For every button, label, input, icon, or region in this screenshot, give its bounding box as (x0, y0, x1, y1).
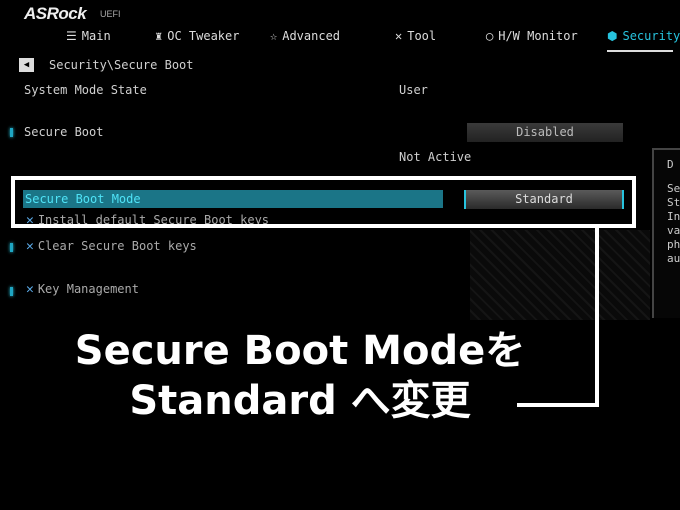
uefi-label: UEFI (100, 9, 121, 19)
tab-label: OC Tweaker (167, 29, 240, 43)
rocket-icon: ♜ (155, 29, 163, 43)
monitor-icon: ◯ (486, 29, 494, 43)
system-mode-value: User (399, 83, 428, 97)
list-icon: ☰ (66, 29, 77, 43)
system-mode-label: System Mode State (24, 83, 147, 97)
item-label: Clear Secure Boot keys (37, 239, 197, 253)
tab-main[interactable]: ☰ Main (66, 29, 111, 43)
tab-security[interactable]: ⬢ Security (607, 29, 680, 43)
description-line: St (667, 196, 680, 209)
secure-boot-status: Not Active (399, 150, 472, 164)
breadcrumb: Security\Secure Boot (49, 58, 194, 72)
tab-hw-monitor[interactable]: ◯ H/W Monitor (486, 29, 578, 43)
tab-advanced[interactable]: ☆ Advanced (270, 29, 340, 43)
secure-boot-label: Secure Boot (24, 125, 104, 139)
tab-tool[interactable]: ✕ Tool (395, 29, 436, 43)
active-tab-underline (607, 50, 673, 52)
item-label: Key Management (37, 282, 139, 296)
item-marker (10, 243, 13, 252)
item-marker (10, 128, 13, 137)
tab-label: Advanced (282, 29, 341, 43)
caption-line: Standard へ変更 (129, 378, 471, 424)
wrench-icon: ✕ (26, 282, 34, 297)
tools-icon: ✕ (395, 29, 403, 43)
shield-icon: ⬢ (607, 29, 618, 43)
key-management-item[interactable]: ✕ Key Management (26, 282, 139, 297)
tab-oc-tweaker[interactable]: ♜ OC Tweaker (155, 29, 239, 43)
caption-line: Secure Boot Modeを (74, 328, 526, 374)
annotation-highlight-box (11, 176, 636, 228)
description-title: D (667, 158, 674, 171)
tab-label: H/W Monitor (498, 29, 578, 43)
annotation-caption: Secure Boot Modeを Standard へ変更 (0, 326, 600, 426)
description-line: In (667, 210, 680, 223)
tab-label: Security (622, 29, 680, 43)
back-button[interactable]: ◀ (19, 58, 34, 72)
wrench-icon: ✕ (26, 239, 34, 254)
description-line: Sec (667, 182, 680, 195)
description-panel: D Sec St In va ph au (652, 148, 680, 318)
description-line: ph (667, 238, 680, 251)
item-marker (10, 287, 13, 296)
description-line: va (667, 224, 680, 237)
description-line: au (667, 252, 680, 265)
star-icon: ☆ (270, 29, 278, 43)
asrock-logo: ASRock (24, 4, 87, 23)
background-pattern (470, 230, 650, 320)
tab-label: Tool (407, 29, 437, 43)
tab-label: Main (81, 29, 111, 43)
secure-boot-dropdown[interactable]: Disabled (467, 123, 623, 142)
clear-keys-item[interactable]: ✕ Clear Secure Boot keys (26, 239, 197, 254)
